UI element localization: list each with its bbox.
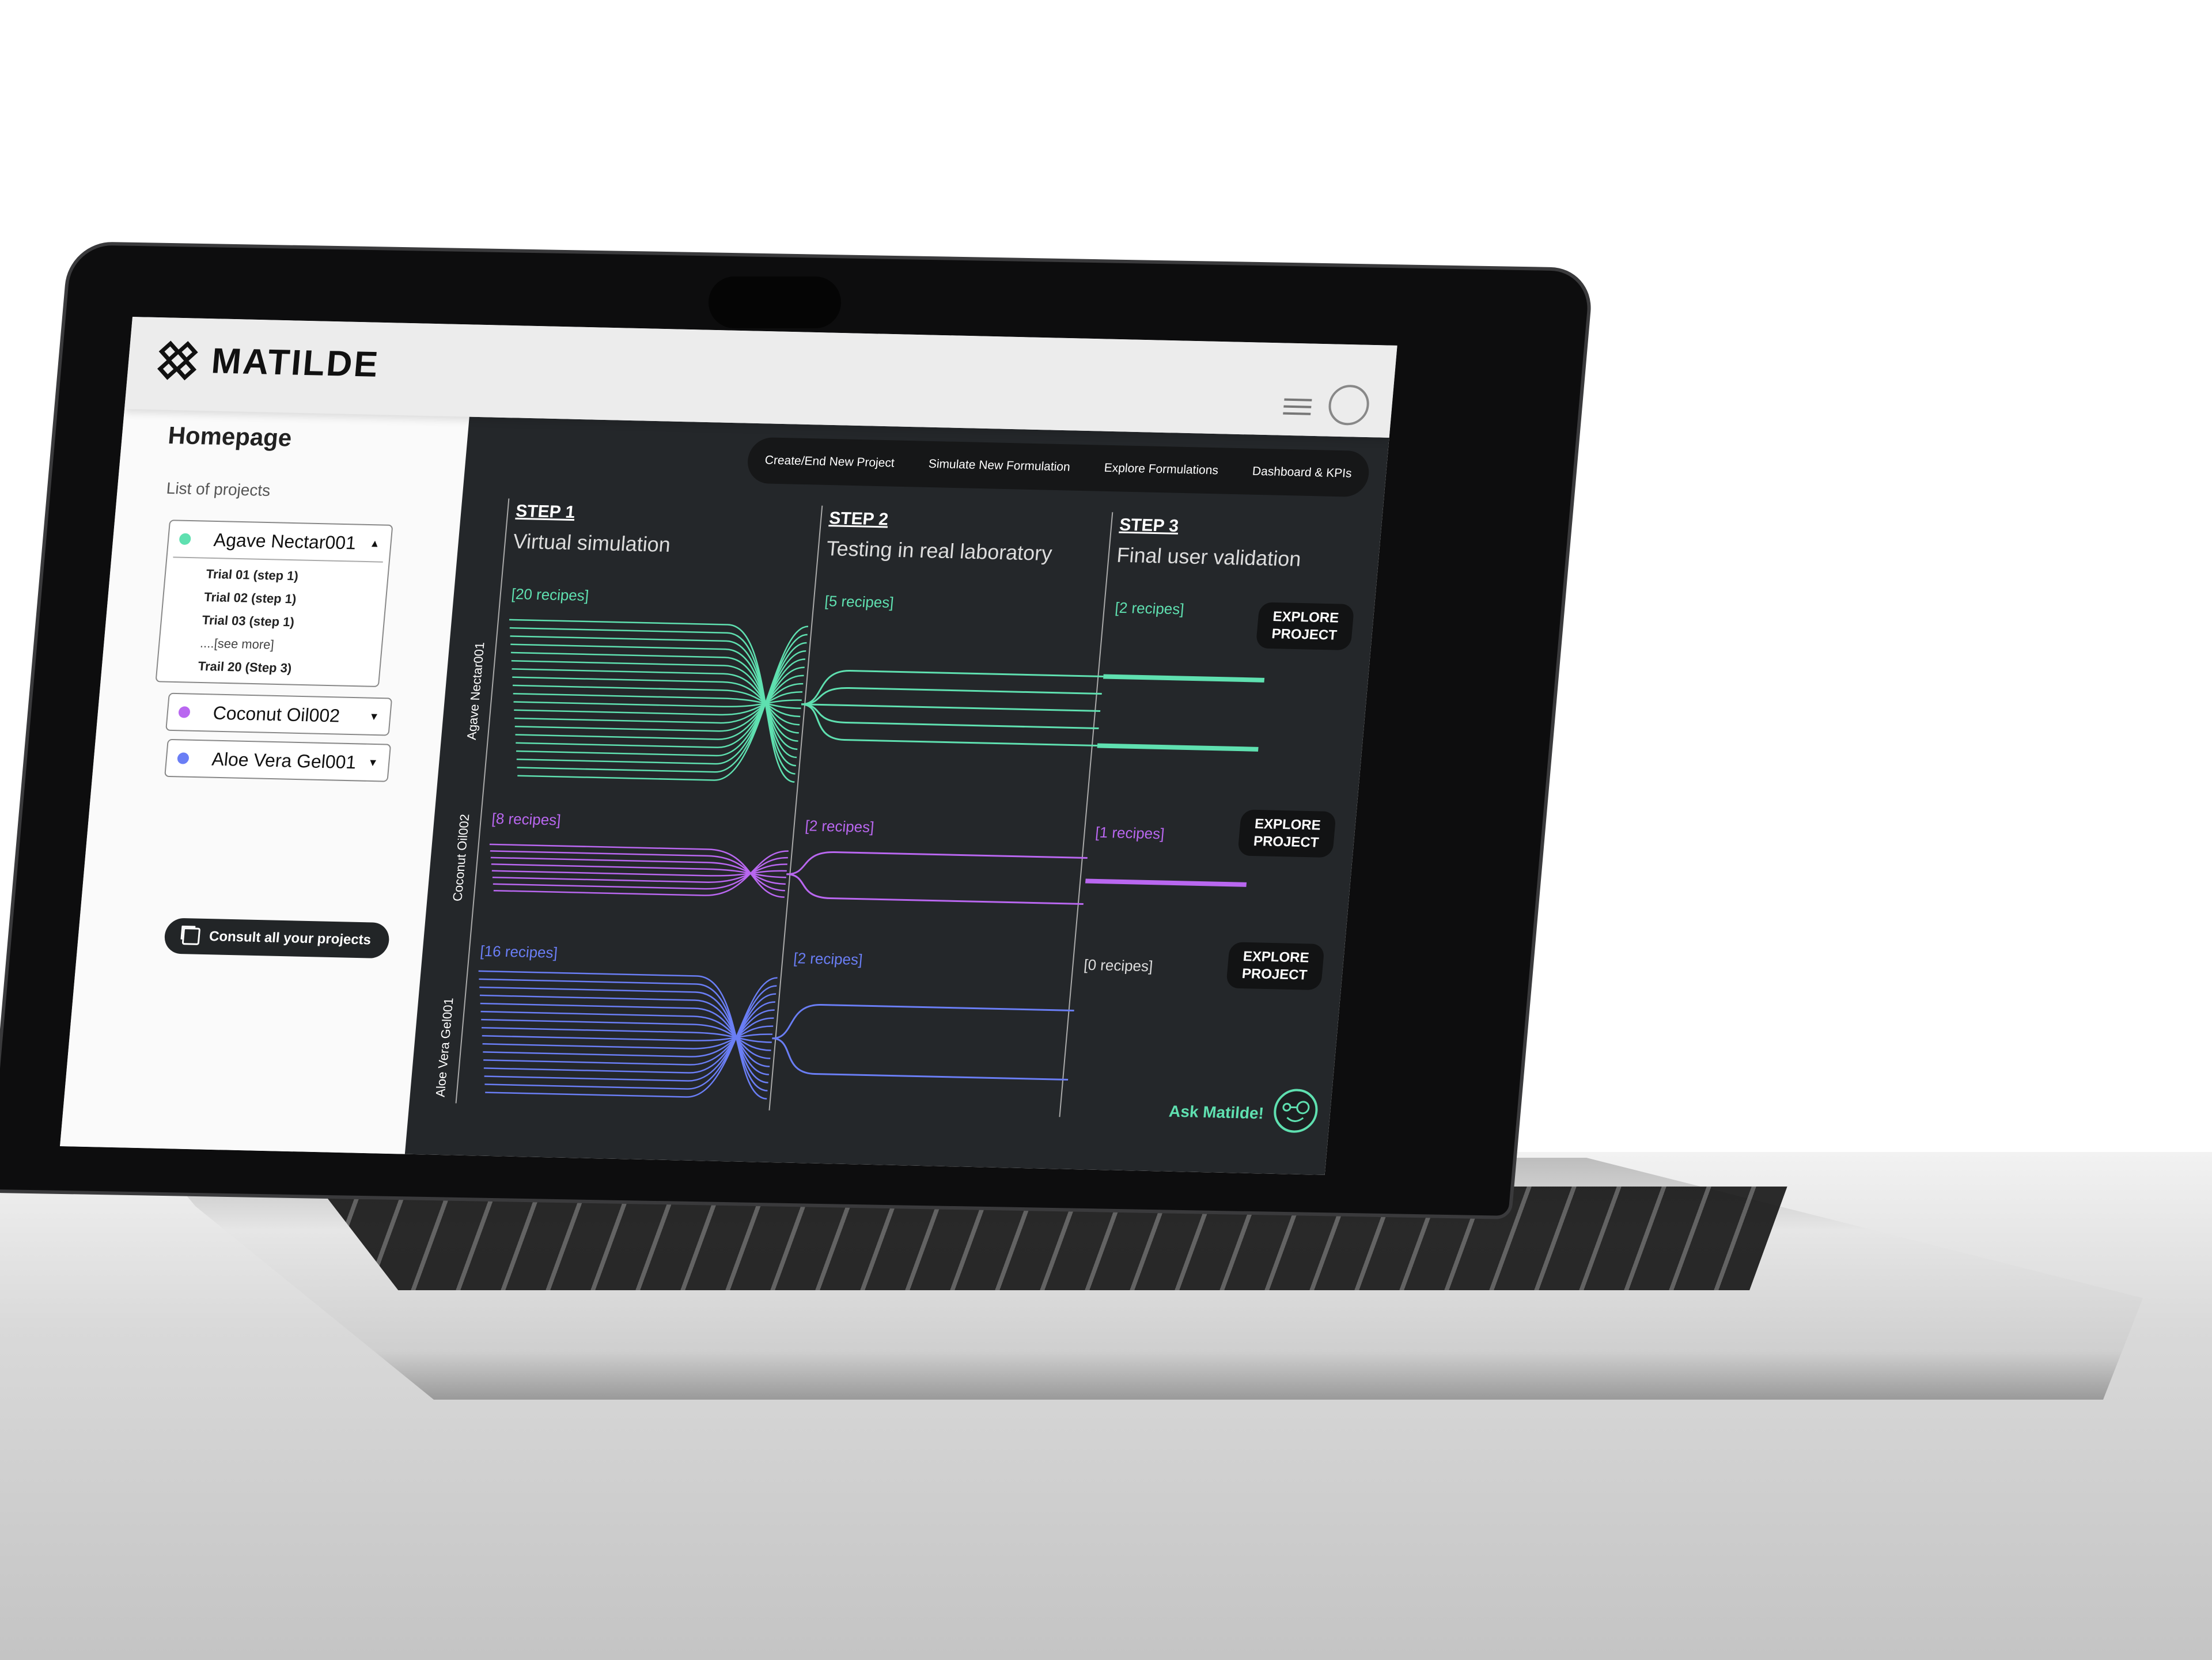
hamburger-menu-icon[interactable] — [1282, 394, 1312, 420]
stage1-recipe-line — [493, 856, 788, 890]
webcam-notch — [709, 276, 841, 328]
projects-list-label: List of projects — [165, 479, 271, 500]
trial-item[interactable]: Trail 20 (Step 3) — [198, 659, 380, 678]
chevron-down-icon[interactable]: ▼ — [369, 710, 380, 722]
explore-project-button-aloe[interactable]: EXPLORE PROJECT — [1226, 942, 1325, 991]
stage2-recipe-line — [786, 851, 1088, 876]
project-color-dot — [177, 752, 190, 764]
recipe-count: [5 recipes] — [824, 592, 895, 611]
stage3-recipe-bar — [1085, 878, 1247, 887]
app-screen: MATILDE Homepage List of projects Agave … — [60, 317, 1397, 1175]
button-label: Consult all your projects — [209, 928, 372, 948]
recipe-count: [2 recipes] — [793, 949, 863, 968]
stage3-recipe-bar — [1097, 743, 1259, 752]
project-name: Agave Nectar001 — [213, 529, 357, 554]
matilde-bot-face-icon[interactable] — [1271, 1087, 1321, 1135]
page-title: Homepage — [166, 421, 293, 452]
trial-item[interactable]: Trial 03 (step 1) — [202, 613, 384, 632]
project-name: Coconut Oil002 — [212, 702, 341, 726]
pipeline-panel: Create/End New Project Simulate New Form… — [404, 416, 1389, 1175]
trial-item[interactable]: Trial 01 (step 1) — [206, 567, 388, 586]
project-name: Aloe Vera Gel001 — [211, 748, 357, 772]
recipe-count: [16 recipes] — [479, 942, 559, 961]
project-color-dot — [179, 533, 192, 545]
copy-stack-icon — [181, 927, 201, 945]
stage2-recipe-line — [772, 1037, 1069, 1081]
stage2-recipe-line — [801, 703, 1101, 712]
explore-project-button-agave[interactable]: EXPLORE PROJECT — [1255, 602, 1355, 651]
chevron-up-icon[interactable]: ▲ — [369, 537, 381, 549]
ask-matilde-link[interactable]: Ask Matilde! — [1168, 1102, 1264, 1123]
recipe-count: [0 recipes] — [1083, 956, 1154, 975]
explore-project-button-coconut[interactable]: EXPLORE PROJECT — [1237, 809, 1336, 858]
user-profile-icon[interactable] — [1327, 384, 1371, 426]
stage3-recipe-bar — [1103, 674, 1265, 683]
recipe-count: [2 recipes] — [1114, 598, 1185, 618]
brand-logo[interactable]: MATILDE — [156, 339, 381, 385]
recipe-count: [8 recipes] — [491, 809, 562, 829]
sidebar: Homepage List of projects Agave Nectar00… — [60, 409, 469, 1154]
project-dropdown-coconut[interactable]: Coconut Oil002 ▼ — [165, 692, 393, 736]
project-color-dot — [178, 706, 191, 718]
project-dropdown-agave[interactable]: Agave Nectar001 ▲ Trial 01 (step 1) Trial… — [155, 520, 393, 687]
stage2-recipe-line — [772, 1003, 1074, 1040]
trial-item[interactable]: Trial 02 (step 1) — [203, 590, 386, 609]
brand-name: MATILDE — [210, 341, 381, 385]
recipe-count: [2 recipes] — [804, 817, 875, 836]
chevron-down-icon[interactable]: ▼ — [368, 756, 379, 768]
recipe-count: [20 recipes] — [510, 585, 590, 604]
see-more-link[interactable]: ....[see more] — [199, 636, 382, 655]
stage2-recipe-line — [786, 873, 1084, 905]
recipe-flow-diagram — [478, 619, 1265, 1100]
recipe-count: [1 recipes] — [1094, 823, 1165, 843]
project-dropdown-aloe[interactable]: Aloe Vera Gel001 ▼ — [164, 738, 392, 782]
consult-all-projects-button[interactable]: Consult all your projects — [163, 918, 391, 959]
matilde-logo-icon — [157, 340, 198, 380]
